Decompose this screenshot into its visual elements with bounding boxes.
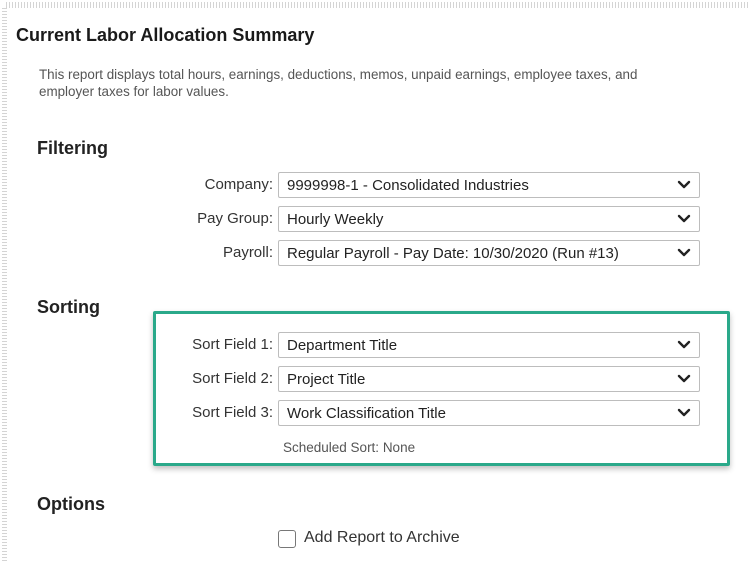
- pay-group-select-value: Hourly Weekly: [287, 210, 384, 228]
- frame-top-border: [6, 2, 749, 8]
- sort-field-3-select[interactable]: Work Classification Title: [278, 400, 700, 426]
- add-to-archive-label[interactable]: Add Report to Archive: [304, 529, 460, 547]
- sort-field-2-label: Sort Field 2:: [192, 370, 273, 387]
- filtering-heading: Filtering: [37, 138, 108, 158]
- payroll-label: Payroll:: [222, 244, 273, 261]
- chevron-down-icon: [677, 180, 691, 189]
- scheduled-sort-text: Scheduled Sort: None: [283, 440, 416, 455]
- pay-group-select[interactable]: Hourly Weekly: [278, 206, 700, 232]
- frame-left-border: [2, 8, 7, 562]
- company-select-value: 9999998-1 - Consolidated Industries: [287, 176, 529, 194]
- sort-field-1-label: Sort Field 1:: [192, 336, 273, 353]
- report-description: This report displays total hours, earnin…: [39, 67, 638, 99]
- sort-field-2-value: Project Title: [287, 370, 366, 388]
- sort-field-2-select[interactable]: Project Title: [278, 366, 700, 392]
- sort-field-1-value: Department Title: [287, 336, 398, 354]
- sorting-heading: Sorting: [37, 297, 100, 317]
- payroll-select[interactable]: Regular Payroll - Pay Date: 10/30/2020 (…: [278, 240, 700, 266]
- sort-field-3-value: Work Classification Title: [287, 404, 446, 422]
- company-label: Company:: [204, 176, 273, 193]
- sort-field-1-select[interactable]: Department Title: [278, 332, 700, 358]
- chevron-down-icon: [677, 408, 691, 417]
- pay-group-label: Pay Group:: [197, 210, 273, 227]
- page-title: Current Labor Allocation Summary: [16, 25, 315, 45]
- payroll-select-value: Regular Payroll - Pay Date: 10/30/2020 (…: [287, 244, 619, 262]
- options-heading: Options: [37, 494, 105, 514]
- company-select[interactable]: 9999998-1 - Consolidated Industries: [278, 172, 700, 198]
- chevron-down-icon: [677, 374, 691, 383]
- chevron-down-icon: [677, 214, 691, 223]
- add-to-archive-checkbox[interactable]: [278, 530, 296, 548]
- chevron-down-icon: [677, 340, 691, 349]
- sort-field-3-label: Sort Field 3:: [192, 404, 273, 421]
- chevron-down-icon: [677, 248, 691, 257]
